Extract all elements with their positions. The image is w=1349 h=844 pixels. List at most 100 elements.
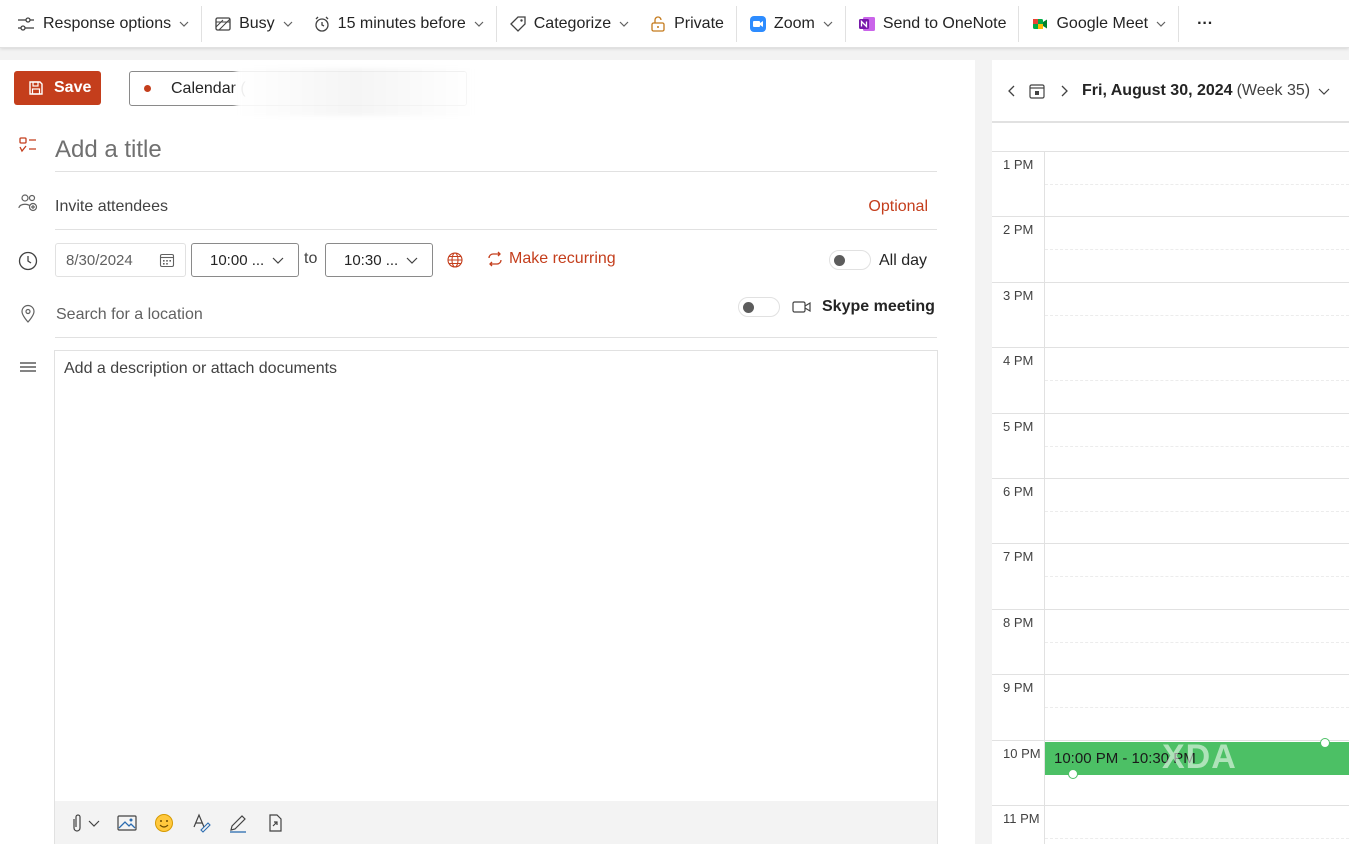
chevron-down-icon [474, 21, 484, 27]
start-date-value: 8/30/2024 [66, 251, 133, 269]
chevron-down-icon [179, 21, 189, 27]
all-day-toggle[interactable] [829, 250, 871, 270]
hour-row[interactable]: 2 PM [992, 216, 1349, 281]
to-label: to [304, 250, 318, 267]
optional-attendees-link[interactable]: Optional [868, 198, 928, 216]
invite-attendees-input[interactable]: Invite attendees Optional [55, 184, 937, 230]
hour-label: 2 PM [1003, 222, 1034, 238]
partial-hour-row [992, 122, 1349, 151]
chevron-down-icon [406, 257, 418, 264]
divider [1178, 5, 1180, 42]
half-hour-line [1045, 641, 1349, 643]
day-view-week: (Week 35) [1236, 81, 1311, 99]
save-label: Save [54, 79, 92, 96]
draw-button[interactable] [228, 813, 248, 833]
chevron-down-icon [283, 21, 293, 27]
hour-row[interactable]: 9 PM [992, 674, 1349, 739]
title-icon [19, 137, 36, 153]
hour-row[interactable]: 6 PM [992, 478, 1349, 543]
send-to-onenote-button[interactable]: Send to OneNote [848, 8, 1017, 40]
onenote-label: Send to OneNote [882, 14, 1007, 32]
calendar-icon [159, 253, 175, 268]
response-options-button[interactable]: Response options [6, 8, 199, 40]
recurring-label: Make recurring [509, 250, 616, 267]
emoji-button[interactable] [154, 813, 174, 833]
day-view-header: Fri, August 30, 2024 (Week 35) [992, 60, 1349, 122]
google-meet-icon [1033, 18, 1048, 29]
onenote-icon [858, 16, 875, 31]
description-placeholder: Add a description or attach documents [64, 360, 338, 377]
event-resize-handle-top[interactable] [1320, 738, 1330, 748]
title-input[interactable]: Add a title [55, 128, 937, 172]
busy-status-icon [215, 16, 231, 31]
chevron-down-icon[interactable] [1318, 86, 1330, 96]
calendar-label: Calendar ( [171, 79, 246, 97]
day-view-date[interactable]: Fri, August 30, 2024 [1082, 82, 1233, 100]
google-meet-button[interactable]: Google Meet [1021, 8, 1176, 40]
make-recurring-button[interactable]: Make recurring [487, 250, 616, 268]
half-hour-line [1045, 249, 1349, 251]
divider [844, 5, 846, 42]
insert-picture-button[interactable] [117, 814, 137, 832]
more-options-button[interactable]: ··· [1181, 8, 1229, 40]
splitter [975, 60, 992, 844]
description-editor[interactable]: Add a description or attach documents [54, 350, 938, 844]
hour-row[interactable]: 8 PM [992, 608, 1349, 674]
formatting-button[interactable] [191, 812, 211, 833]
event-editor: Save Calendar ( Add a title Invite atten… [0, 60, 975, 844]
start-time-dropdown[interactable]: 10:00 ... [191, 243, 299, 277]
globe-icon[interactable] [446, 251, 464, 269]
loop-component-button[interactable] [265, 813, 285, 833]
hour-label: 6 PM [1003, 484, 1034, 499]
save-button[interactable]: Save [14, 71, 101, 105]
hour-row[interactable]: 11 PM [992, 805, 1349, 844]
hour-label: 4 PM [1003, 353, 1034, 369]
hour-row[interactable]: 4 PM [992, 347, 1349, 412]
day-view-panel: Fri, August 30, 2024 (Week 35) 1 PM 2 PM 3… [992, 60, 1349, 844]
response-options-label: Response options [43, 14, 172, 32]
start-date-picker[interactable]: 8/30/2024 [55, 243, 186, 277]
zoom-icon [749, 15, 766, 32]
more-icon: ··· [1197, 14, 1214, 32]
hour-label: 9 PM [1003, 680, 1034, 696]
chevron-right-icon[interactable] [1058, 84, 1070, 98]
event-resize-handle-bottom[interactable] [1068, 769, 1078, 779]
zoom-label: Zoom [773, 14, 815, 32]
divider [1018, 5, 1020, 42]
chevron-down-icon [823, 21, 833, 27]
hour-label: 8 PM [1003, 614, 1034, 630]
hour-row[interactable]: 5 PM [992, 412, 1349, 478]
attach-button[interactable] [70, 813, 100, 833]
half-hour-line [1045, 511, 1349, 512]
lock-open-icon [651, 15, 665, 32]
clock-icon [18, 251, 38, 271]
redacted-area [236, 68, 476, 116]
google-meet-label: Google Meet [1056, 14, 1149, 32]
private-label: Private [674, 14, 724, 32]
hour-label: 7 PM [1003, 549, 1034, 565]
chevron-down-icon [1156, 21, 1166, 27]
title-placeholder: Add a title [55, 135, 162, 163]
attendees-icon [18, 194, 38, 212]
start-time-value: 10:00 ... [210, 251, 265, 269]
attendees-placeholder: Invite attendees [55, 197, 168, 215]
go-to-today-icon[interactable] [1028, 82, 1046, 100]
hour-row[interactable]: 7 PM [992, 543, 1349, 608]
end-time-dropdown[interactable]: 10:30 ... [325, 243, 433, 277]
reminder-label: 15 minutes before [337, 14, 466, 32]
private-button[interactable]: Private [639, 8, 734, 40]
half-hour-line [1045, 184, 1349, 185]
busy-label: Busy [239, 14, 275, 32]
text-format-icon [193, 812, 211, 833]
reminder-button[interactable]: 15 minutes before [303, 8, 494, 40]
divider [201, 5, 203, 42]
show-as-busy-button[interactable]: Busy [204, 8, 303, 40]
hour-row[interactable]: 3 PM [992, 281, 1349, 347]
skype-meeting: Skype meeting [792, 298, 935, 316]
hour-row[interactable]: 1 PM [992, 151, 1349, 216]
skype-meeting-toggle[interactable] [738, 297, 780, 317]
chevron-left-icon[interactable] [1006, 84, 1018, 98]
sliders-icon [18, 16, 34, 31]
zoom-button[interactable]: Zoom [739, 8, 843, 40]
categorize-button[interactable]: Categorize [499, 8, 639, 40]
